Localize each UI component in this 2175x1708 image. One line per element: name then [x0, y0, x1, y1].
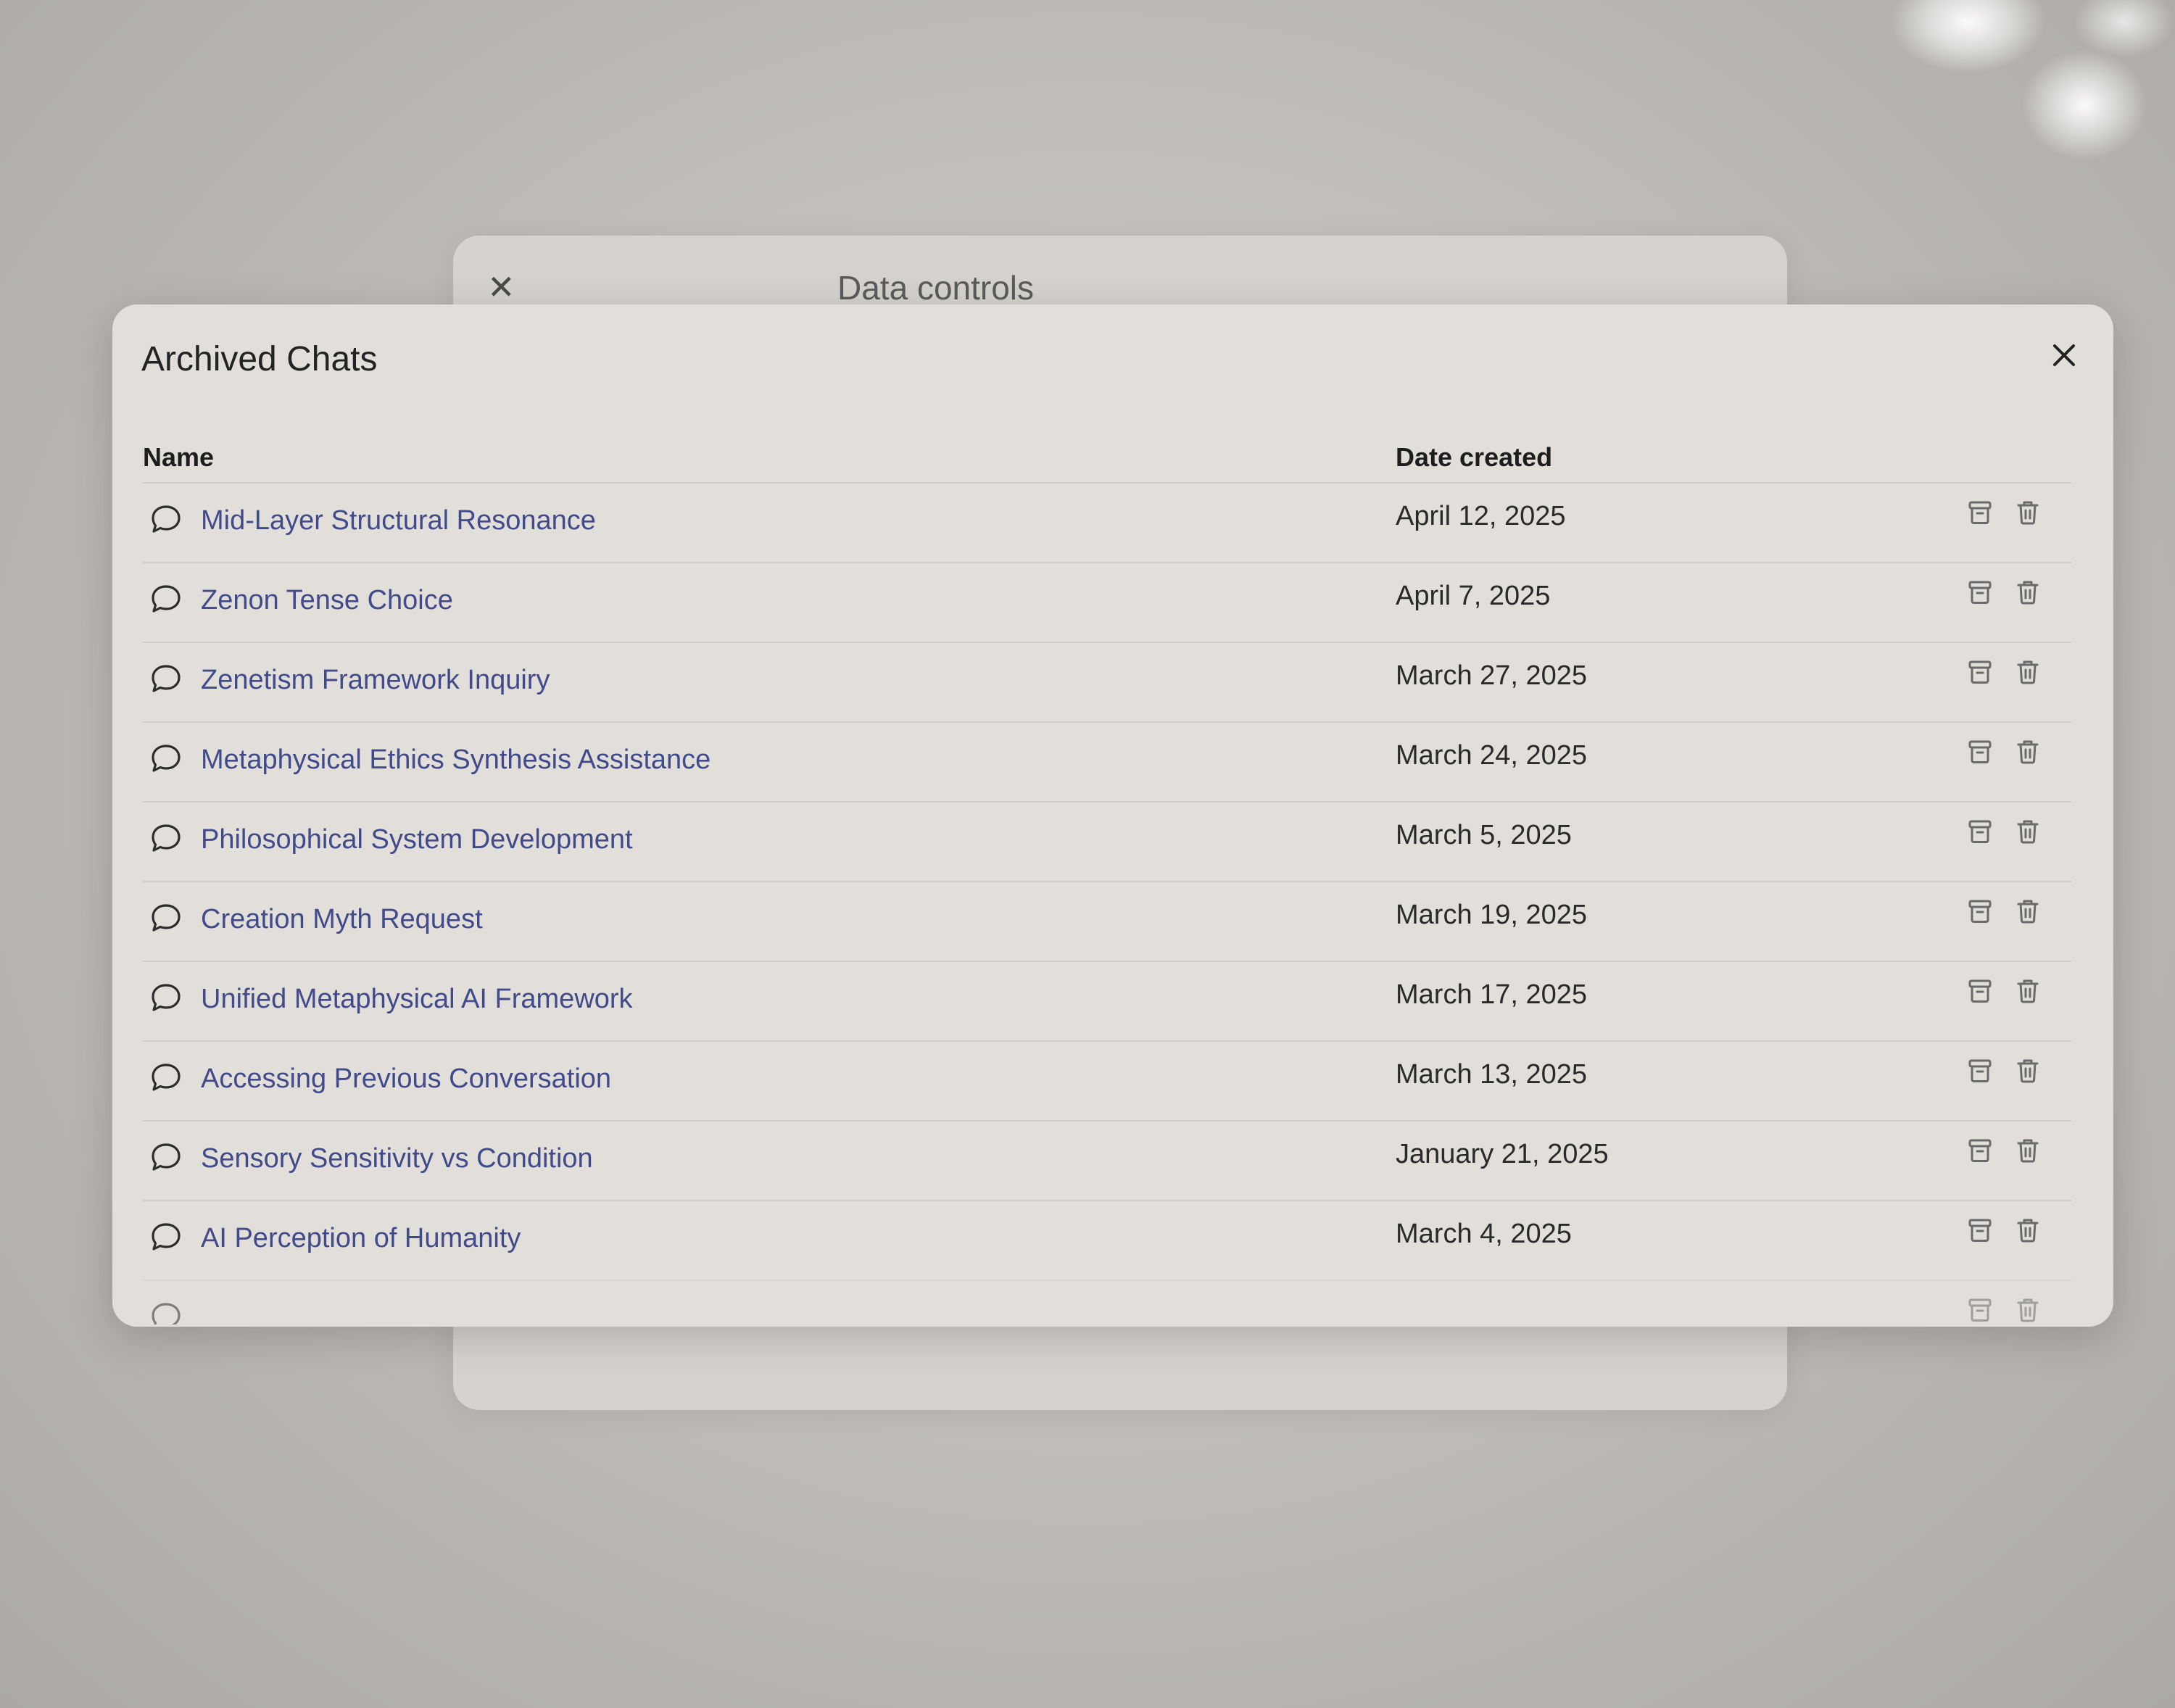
unarchive-icon[interactable] [1965, 897, 1994, 926]
table-row: Zenetism Framework Inquiry March 27, 202… [143, 642, 2071, 721]
trash-icon[interactable] [2013, 658, 2042, 687]
chat-date: April 12, 2025 [1396, 501, 1566, 531]
chat-date: January 21, 2025 [1396, 1139, 1609, 1169]
chat-title-link[interactable]: Mid-Layer Structural Resonance [201, 505, 596, 536]
row-actions [1965, 578, 2042, 607]
chat-bubble-icon [152, 984, 181, 1011]
data-controls-title: Data controls [837, 269, 1035, 307]
table-row: Unified Metaphysical AI Framework March … [143, 961, 2071, 1040]
chat-bubble-icon [152, 1143, 181, 1171]
close-button[interactable] [2042, 333, 2086, 377]
unarchive-icon[interactable] [1965, 658, 1994, 687]
chat-bubble-icon [152, 745, 181, 772]
unarchive-icon[interactable] [1965, 737, 1994, 766]
row-actions [1965, 897, 2042, 926]
chat-title-link[interactable]: Zenetism Framework Inquiry [201, 665, 550, 696]
chat-bubble-icon [152, 505, 181, 533]
unarchive-icon[interactable] [1965, 977, 1994, 1006]
light-glare [2074, 0, 2175, 58]
chat-date: March 27, 2025 [1396, 660, 1588, 691]
row-actions [1965, 498, 2042, 527]
unarchive-icon[interactable] [1965, 1295, 1994, 1324]
trash-icon[interactable] [2013, 737, 2042, 766]
table-row: Zenon Tense Choice April 7, 2025 [143, 562, 2071, 642]
unarchive-icon[interactable] [1965, 1056, 1994, 1085]
trash-icon[interactable] [2013, 498, 2042, 527]
trash-icon[interactable] [2013, 977, 2042, 1006]
chat-bubble-icon [152, 1223, 181, 1251]
chat-bubble-icon [152, 904, 181, 932]
row-actions [1965, 817, 2042, 846]
trash-icon[interactable] [2013, 817, 2042, 846]
chat-bubble-icon [152, 1303, 181, 1324]
trash-icon[interactable] [2013, 1136, 2042, 1165]
chat-title-link[interactable]: Philosophical System Development [201, 824, 633, 855]
row-actions [1965, 658, 2042, 687]
table-row: Mid-Layer Structural Resonance April 12,… [143, 482, 2071, 562]
row-actions [1965, 737, 2042, 766]
chat-title-link[interactable]: Zenon Tense Choice [201, 585, 453, 616]
column-header-name: Name [143, 442, 215, 472]
unarchive-icon[interactable] [1965, 578, 1994, 607]
row-actions [1965, 1136, 2042, 1165]
archived-chats-dialog: Archived Chats Name Date created Mid-Lay… [112, 304, 2113, 1327]
chat-bubble-icon [152, 585, 181, 613]
chat-date: March 24, 2025 [1396, 740, 1588, 771]
trash-icon[interactable] [2013, 1216, 2042, 1245]
chat-title-link[interactable]: Metaphysical Ethics Synthesis Assistance [201, 745, 710, 776]
data-controls-close-icon[interactable]: ✕ [487, 270, 515, 304]
unarchive-icon[interactable] [1965, 1136, 1994, 1165]
table-row-partial [143, 1280, 2071, 1324]
chat-title-link[interactable]: Unified Metaphysical AI Framework [201, 984, 633, 1015]
chat-date: March 5, 2025 [1396, 820, 1572, 850]
trash-icon[interactable] [2013, 897, 2042, 926]
chat-bubble-icon [152, 824, 181, 852]
unarchive-icon[interactable] [1965, 498, 1994, 527]
row-actions [1965, 977, 2042, 1006]
chat-title-link[interactable]: Accessing Previous Conversation [201, 1064, 611, 1095]
row-actions [1965, 1295, 2042, 1324]
chat-date: March 13, 2025 [1396, 1059, 1588, 1090]
light-glare [2023, 51, 2146, 159]
row-actions [1965, 1216, 2042, 1245]
trash-icon[interactable] [2013, 578, 2042, 607]
trash-icon[interactable] [2013, 1056, 2042, 1085]
unarchive-icon[interactable] [1965, 1216, 1994, 1245]
table-row: Metaphysical Ethics Synthesis Assistance… [143, 721, 2071, 801]
chat-title-link[interactable]: Sensory Sensitivity vs Condition [201, 1143, 593, 1174]
table-row: AI Perception of Humanity March 4, 2025 [143, 1200, 2071, 1280]
chat-date: March 4, 2025 [1396, 1219, 1572, 1249]
table-row: Creation Myth Request March 19, 2025 [143, 881, 2071, 961]
chat-date: March 17, 2025 [1396, 979, 1588, 1010]
table-row: Accessing Previous Conversation March 13… [143, 1040, 2071, 1120]
column-header-date-created: Date created [1396, 442, 1553, 472]
archived-chats-title: Archived Chats [141, 340, 378, 378]
chat-date: April 7, 2025 [1396, 581, 1551, 611]
chat-bubble-icon [152, 665, 181, 692]
row-actions [1965, 1056, 2042, 1085]
archived-chats-list: Mid-Layer Structural Resonance April 12,… [143, 482, 2071, 1324]
chat-date: March 19, 2025 [1396, 900, 1588, 930]
unarchive-icon[interactable] [1965, 817, 1994, 846]
table-row: Sensory Sensitivity vs Condition January… [143, 1120, 2071, 1200]
light-glare [1892, 0, 2044, 72]
chat-title-link[interactable]: Creation Myth Request [201, 904, 483, 935]
table-row: Philosophical System Development March 5… [143, 801, 2071, 881]
chat-title-link[interactable]: AI Perception of Humanity [201, 1223, 521, 1254]
chat-bubble-icon [152, 1064, 181, 1091]
trash-icon[interactable] [2013, 1295, 2042, 1324]
close-icon [2053, 344, 2075, 366]
